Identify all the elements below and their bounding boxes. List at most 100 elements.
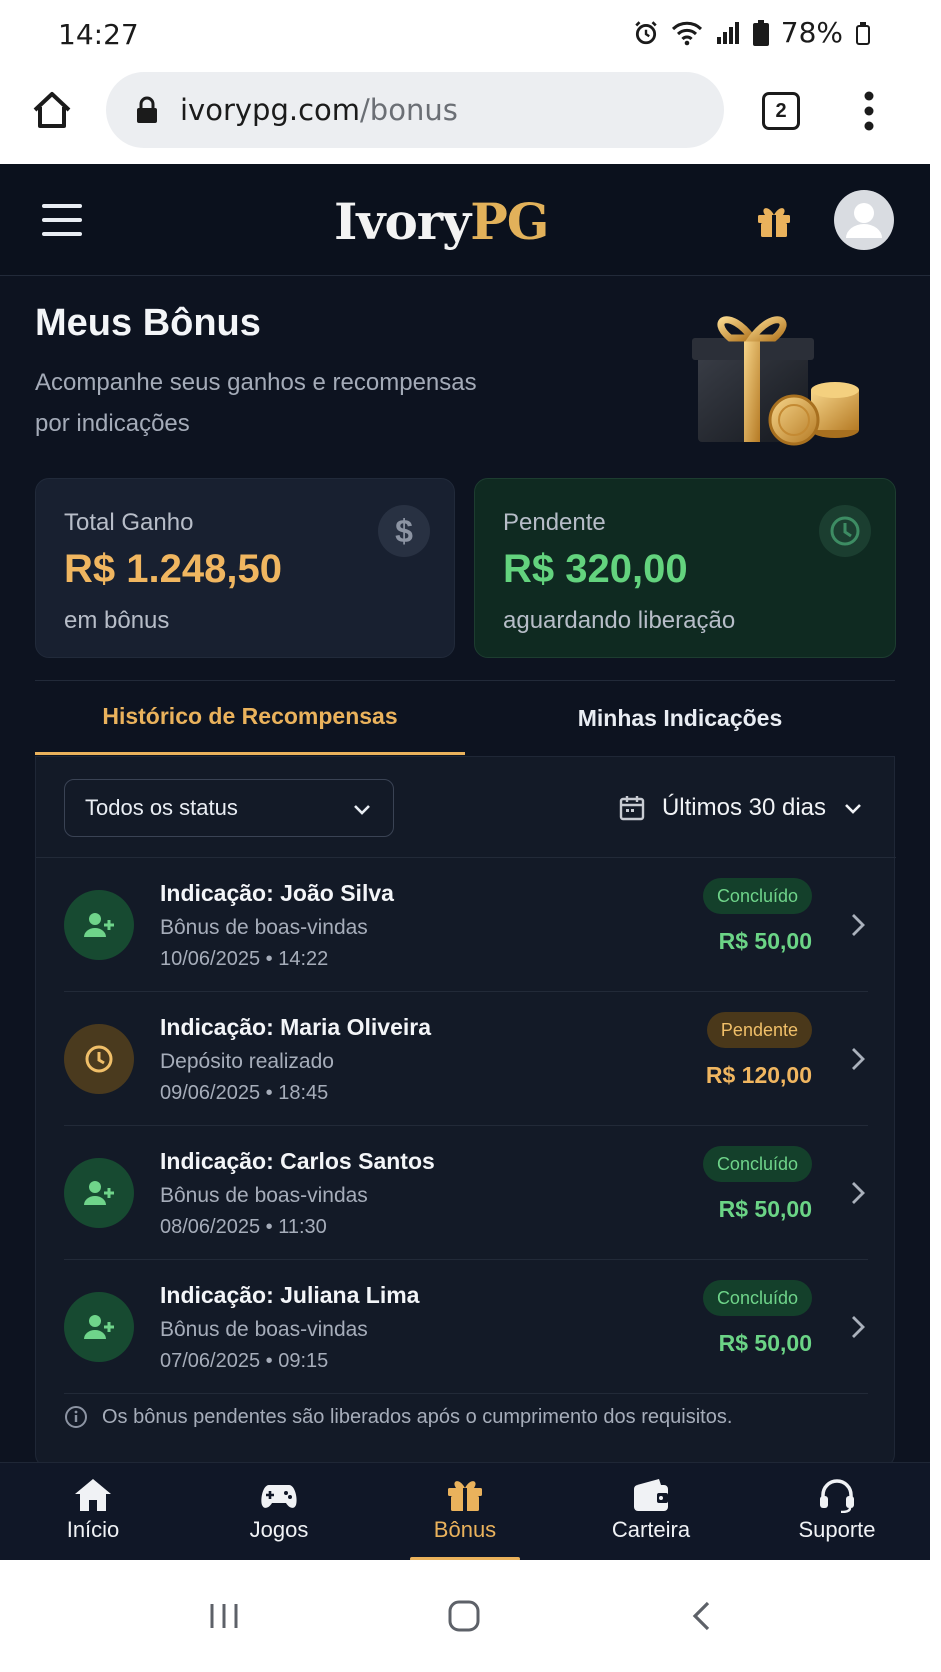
browser-bar: ivorypg.com/bonus 2 <box>0 72 941 164</box>
hamburger-menu-icon[interactable] <box>42 204 82 236</box>
battery-percent: 78% <box>780 16 843 49</box>
nav-support[interactable]: Suporte <box>744 1463 930 1560</box>
chevron-down-icon <box>354 805 370 815</box>
gift-coins-illustration <box>692 316 859 446</box>
chevron-right-icon <box>852 1316 865 1338</box>
tab-switcher-button[interactable]: 2 <box>762 92 800 130</box>
system-nav-bar <box>0 1560 941 1672</box>
user-plus-icon <box>64 1292 134 1362</box>
info-note-text: Os bônus pendentes são liberados após o … <box>102 1405 733 1428</box>
chevron-right-icon <box>852 914 865 936</box>
pending-card: Pendente R$ 320,00 aguardando liberação <box>474 478 896 658</box>
nav-home[interactable]: Início <box>0 1463 186 1560</box>
logo[interactable]: IvoryPG <box>334 192 550 251</box>
total-earned-card: Total Ganho R$ 1.248,50 em bônus $ <box>35 478 455 658</box>
clock-icon <box>819 505 871 557</box>
alarm-icon <box>635 20 657 44</box>
tab-my-referrals[interactable]: Minhas Indicações <box>465 681 895 755</box>
nav-games[interactable]: Jogos <box>186 1463 372 1560</box>
dollar-icon: $ <box>378 505 430 557</box>
pending-value: R$ 320,00 <box>503 547 688 591</box>
nav-bonus-label: Bônus <box>433 1517 497 1542</box>
row-date: 09/06/2025 • 18:45 <box>160 1082 329 1104</box>
calendar-icon <box>619 796 645 821</box>
logo-text-pg: PG <box>470 192 549 251</box>
page-title: Meus Bônus <box>35 302 261 344</box>
browser-menu-icon[interactable] <box>862 90 876 132</box>
total-earned-label: Total Ganho <box>64 509 194 536</box>
nav-wallet[interactable]: Carteira <box>558 1463 744 1560</box>
url-text: ivorypg.com/bonus <box>180 93 458 127</box>
wifi-icon <box>671 21 702 45</box>
tabs: Histórico de Recompensas Minhas Indicaçõ… <box>35 680 895 755</box>
total-earned-value: R$ 1.248,50 <box>64 547 282 591</box>
user-plus-icon <box>64 1158 134 1228</box>
url-domain: ivorypg.com <box>180 93 361 127</box>
list-item[interactable]: Indicação: Carlos Santos Bônus de boas-v… <box>64 1126 868 1260</box>
lock-icon <box>137 96 157 123</box>
app-screen: IvoryPG Meus Bônus Acompanhe seus ganhos… <box>0 164 930 1560</box>
nav-support-label: Suporte <box>798 1517 876 1542</box>
pending-note: aguardando liberação <box>503 607 736 634</box>
row-title: Indicação: Carlos Santos <box>160 1148 435 1174</box>
row-amount: R$ 50,00 <box>718 1196 812 1222</box>
gamepad-icon <box>261 1485 297 1508</box>
system-back-icon[interactable] <box>690 1600 714 1632</box>
chevron-right-icon <box>852 1182 865 1204</box>
row-subtitle: Depósito realizado <box>160 1050 334 1073</box>
row-title: Indicação: João Silva <box>160 880 394 906</box>
row-amount: R$ 120,00 <box>705 1062 812 1088</box>
page-subtitle: Acompanhe seus ganhos e recompensas por … <box>35 369 477 437</box>
status-badge: Concluído <box>702 878 812 914</box>
user-icon <box>846 203 882 238</box>
avatar[interactable] <box>834 190 894 250</box>
system-home-icon[interactable] <box>448 1600 480 1632</box>
info-note: Os bônus pendentes são liberados após o … <box>64 1405 732 1429</box>
status-filter-value: Todos os status <box>85 795 238 820</box>
list-item[interactable]: Indicação: Juliana Lima Bônus de boas-vi… <box>64 1260 868 1394</box>
logo-text-ivory: Ivory <box>334 192 471 251</box>
chevron-right-icon <box>852 1048 865 1070</box>
battery-icon <box>752 19 769 46</box>
row-date: 10/06/2025 • 14:22 <box>160 948 329 970</box>
row-amount: R$ 50,00 <box>718 928 812 954</box>
tab-reward-history[interactable]: Histórico de Recompensas <box>35 681 465 755</box>
status-filter-select[interactable]: Todos os status <box>64 779 394 837</box>
list-item[interactable]: Indicação: Maria Oliveira Depósito reali… <box>64 992 868 1126</box>
gift-icon <box>448 1481 482 1511</box>
nav-wallet-label: Carteira <box>611 1517 691 1542</box>
total-earned-note: em bônus <box>64 607 170 634</box>
browser-home-icon[interactable] <box>30 88 74 132</box>
url-bar[interactable]: ivorypg.com/bonus <box>106 72 724 148</box>
rewards-list: Indicação: João Silva Bônus de boas-vind… <box>36 857 896 1394</box>
list-item[interactable]: Indicação: João Silva Bônus de boas-vind… <box>64 858 868 992</box>
date-range-value: Últimos 30 dias <box>661 794 826 821</box>
rewards-panel: Todos os status Últimos 30 dias Indicaçã… <box>35 756 896 1468</box>
recent-apps-icon[interactable] <box>208 1602 240 1630</box>
info-icon <box>65 1406 87 1428</box>
nav-bonus[interactable]: Bônus <box>372 1463 558 1560</box>
status-bar: 14:27 78% <box>0 0 941 72</box>
status-badge: Concluído <box>702 1280 812 1316</box>
charging-icon <box>856 21 870 45</box>
url-path: /bonus <box>360 93 458 127</box>
status-time: 14:27 <box>58 18 139 51</box>
gift-icon[interactable] <box>754 200 794 240</box>
home-icon <box>75 1479 111 1511</box>
row-subtitle: Bônus de boas-vindas <box>160 1318 368 1341</box>
row-date: 08/06/2025 • 11:30 <box>160 1216 327 1238</box>
headset-icon <box>820 1479 854 1513</box>
clock-icon <box>64 1024 134 1094</box>
row-subtitle: Bônus de boas-vindas <box>160 1184 368 1207</box>
nav-home-label: Início <box>66 1517 120 1542</box>
row-title: Indicação: Juliana Lima <box>160 1282 420 1308</box>
pending-label: Pendente <box>503 509 606 536</box>
status-badge: Pendente <box>706 1012 812 1048</box>
date-range-filter[interactable]: Últimos 30 dias <box>618 779 864 837</box>
status-badge: Concluído <box>702 1146 812 1182</box>
row-amount: R$ 50,00 <box>718 1330 812 1356</box>
row-title: Indicação: Maria Oliveira <box>160 1014 432 1040</box>
row-date: 07/06/2025 • 09:15 <box>160 1350 329 1372</box>
signal-icon <box>716 21 739 44</box>
app-header: IvoryPG <box>0 164 930 276</box>
